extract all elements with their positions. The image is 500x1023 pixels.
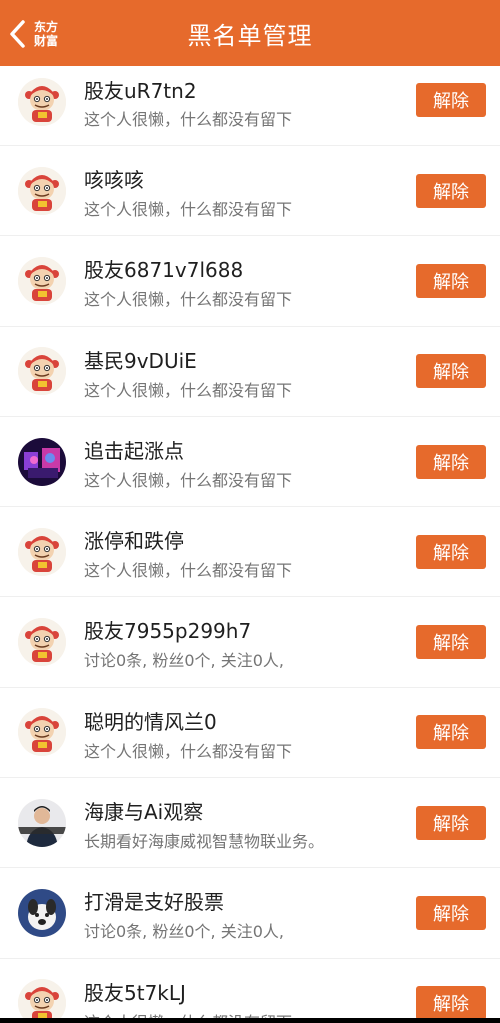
- unblock-button[interactable]: 解除: [416, 83, 486, 117]
- brand-line-2: 财富: [34, 34, 59, 48]
- list-item[interactable]: 聪明的情风兰0 这个人很懒，什么都没有留下 解除: [0, 688, 500, 779]
- unblock-button[interactable]: 解除: [416, 805, 486, 840]
- avatar[interactable]: [18, 78, 66, 126]
- user-description: 这个人很懒，什么都没有留下: [84, 470, 293, 490]
- unblock-button[interactable]: 解除: [416, 625, 486, 660]
- list-item[interactable]: 股友uR7tn2 这个人很懒，什么都没有留下 解除: [0, 66, 500, 146]
- user-name[interactable]: 追击起涨点: [84, 435, 184, 464]
- mascot-avatar-icon: [18, 256, 66, 305]
- avatar[interactable]: [18, 166, 66, 215]
- brand-line-1: 东方: [34, 20, 59, 34]
- unblock-button[interactable]: 解除: [416, 715, 486, 750]
- unblock-button[interactable]: 解除: [416, 986, 486, 1021]
- user-description: 这个人很懒，什么都没有留下: [84, 290, 293, 310]
- user-name[interactable]: 聪明的情风兰0: [84, 706, 217, 735]
- unblock-button[interactable]: 解除: [416, 896, 486, 931]
- list-item[interactable]: 咳咳咳这个人很懒，什么都没有留下 解除: [0, 146, 500, 237]
- user-name[interactable]: 股友6871v7l688: [84, 254, 243, 283]
- dog-avatar-icon: [18, 889, 66, 938]
- user-name[interactable]: 股友7955p299h7: [84, 615, 251, 644]
- list-item[interactable]: 打滑是支好股票讨论0条, 粉丝0个, 关注0人, 解除: [0, 868, 500, 959]
- user-description: 这个人很懒，什么都没有留下: [84, 741, 293, 761]
- chevron-left-icon: [10, 20, 25, 48]
- user-description: 这个人很懒，什么都没有留下: [84, 561, 293, 581]
- list-item[interactable]: 追击起涨点这个人很懒，什么都没有留下 解除: [0, 417, 500, 508]
- user-description: 这个人很懒，什么都没有留下: [84, 110, 293, 129]
- avatar[interactable]: [18, 708, 66, 757]
- mascot-avatar-icon: [18, 347, 66, 396]
- unblock-button[interactable]: 解除: [416, 444, 486, 479]
- user-name[interactable]: 海康与Ai观察: [84, 796, 203, 825]
- list-item[interactable]: 涨停和跌停这个人很懒，什么都没有留下 解除: [0, 507, 500, 598]
- photo-avatar-icon: [18, 437, 66, 486]
- list-item[interactable]: 海康与Ai观察长期看好海康威视智慧物联业务。 解除: [0, 778, 500, 869]
- avatar[interactable]: [18, 527, 66, 576]
- person-avatar-icon: [18, 798, 66, 847]
- list-item[interactable]: 基民9vDUiE 这个人很懒，什么都没有留下 解除: [0, 327, 500, 417]
- mascot-avatar-icon: [18, 708, 66, 757]
- avatar[interactable]: [18, 347, 66, 396]
- mascot-avatar-icon: [18, 618, 66, 667]
- unblock-button[interactable]: 解除: [416, 263, 486, 298]
- user-description: 讨论0条, 粉丝0个, 关注0人,: [84, 922, 284, 942]
- brand-logo: 东方 财富: [34, 20, 58, 48]
- user-description: 长期看好海康威视智慧物联业务。: [84, 832, 325, 852]
- mascot-avatar-icon: [18, 527, 66, 576]
- user-name[interactable]: 基民9vDUiE: [84, 345, 197, 374]
- list-item[interactable]: 股友7955p299h7 讨论0条, 粉丝0个, 关注0人, 解除: [0, 597, 500, 688]
- avatar[interactable]: [18, 618, 66, 667]
- page-title: 黑名单管理: [187, 21, 313, 50]
- bottom-edge: [0, 1018, 500, 1023]
- unblock-button[interactable]: 解除: [416, 534, 486, 569]
- blacklist-screen: 东方 财富 黑名单管理 股友uR7tn2 这个人很懒，什么都没有留下 解除 咳咳…: [0, 0, 500, 1023]
- user-name[interactable]: 咳咳咳: [84, 164, 144, 193]
- avatar[interactable]: [18, 256, 66, 305]
- avatar[interactable]: [18, 798, 66, 847]
- user-name[interactable]: 涨停和跌停: [84, 525, 184, 554]
- mascot-avatar-icon: [18, 979, 66, 1023]
- user-name[interactable]: 股友5t7kLJ: [84, 977, 186, 1006]
- unblock-button[interactable]: 解除: [416, 354, 486, 389]
- list-item[interactable]: 股友6871v7l688 这个人很懒，什么都没有留下 解除: [0, 236, 500, 327]
- mascot-avatar-icon: [18, 166, 66, 215]
- back-button[interactable]: 东方 财富: [8, 14, 70, 54]
- mascot-avatar-icon: [18, 78, 66, 126]
- avatar[interactable]: [18, 889, 66, 938]
- unblock-button[interactable]: 解除: [416, 173, 486, 208]
- avatar[interactable]: [18, 437, 66, 486]
- list-item[interactable]: 股友5t7kLJ这个人很懒，什么都没有留下解除: [0, 959, 500, 1023]
- avatar[interactable]: [18, 979, 66, 1023]
- user-description: 这个人很懒，什么都没有留下: [84, 200, 293, 219]
- user-description: 讨论0条, 粉丝0个, 关注0人,: [84, 651, 284, 671]
- user-name[interactable]: 打滑是支好股票: [84, 886, 224, 915]
- blacklist-list: 股友uR7tn2 这个人很懒，什么都没有留下 解除 咳咳咳 这个人很懒，什么都没有留下…: [0, 66, 500, 1023]
- user-description: 这个人很懒，什么都没有留下: [84, 380, 293, 400]
- user-name[interactable]: 股友uR7tn2: [84, 75, 197, 104]
- header-bar: 东方 财富 黑名单管理: [0, 0, 500, 66]
